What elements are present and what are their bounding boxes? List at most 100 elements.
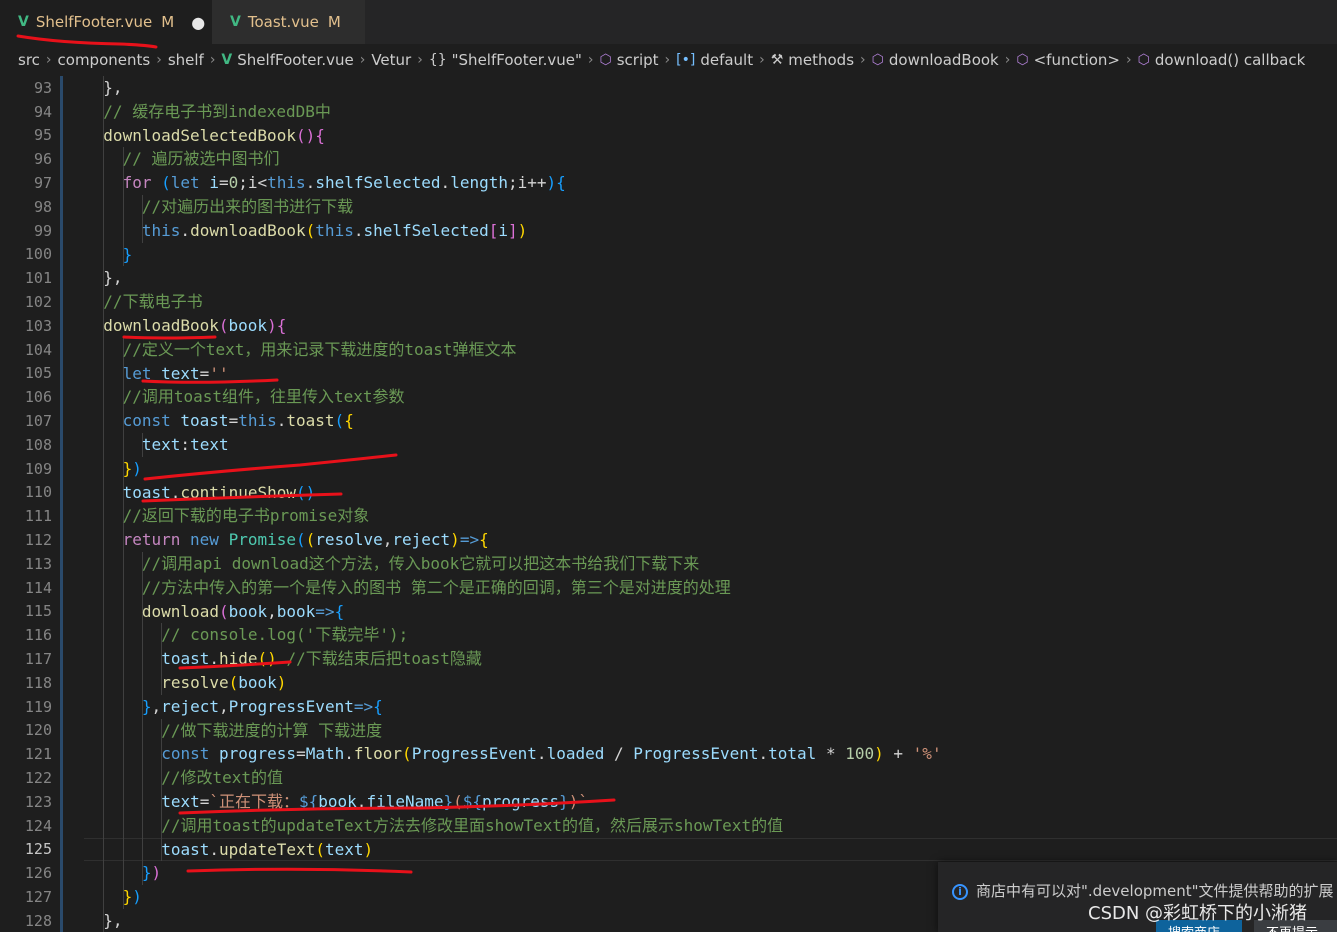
code-line[interactable]: 98 //对遍历出来的图书进行下载 [0,194,1337,219]
code-token: ) [132,458,142,478]
code-line[interactable]: 107 const toast=this.toast({ [0,409,1337,433]
line-number[interactable]: 107 [0,412,52,430]
code-line[interactable]: 97 for (let i=0;i<this.shelfSelected.leng… [0,171,1337,195]
line-number[interactable]: 127 [0,888,52,906]
line-number[interactable]: 106 [0,388,52,406]
line-number[interactable]: 124 [0,817,52,835]
line-number[interactable]: 112 [0,531,52,549]
breadcrumb-item-src[interactable]: src [18,51,40,69]
code-token: ( [218,315,229,335]
breadcrumb-item-downloadbook[interactable]: ⬡ downloadBook [872,51,999,69]
code-line[interactable]: 121 const progress=Math.floor(ProgressEve… [0,742,1337,767]
code-line[interactable]: 105 let text='' [0,361,1337,386]
code-line[interactable]: 106 //调用toast组件，往里传入text参数 [0,385,1337,410]
code-line[interactable]: 109}) [0,456,1337,481]
code-line[interactable]: 102 //下载电子书 [0,290,1337,314]
line-number[interactable]: 97 [0,174,52,192]
code-line[interactable]: 110 toast.continueShow() [0,480,1337,505]
code-line[interactable]: 120 //做下载进度的计算 下载进度 [0,718,1337,743]
line-number[interactable]: 99 [0,222,52,240]
code-line[interactable]: 119},reject,ProgressEvent=>{ [0,694,1337,719]
code-line[interactable]: 104 //定义一个text，用来记录下载进度的toast弹框文本 [0,337,1337,362]
breadcrumb-item-vetur[interactable]: Vetur [371,51,411,69]
code-token: () [295,125,316,145]
code-line[interactable]: 114 //方法中传入的第一个是传入的图书 第二个是正确的回调，第三个是对进度的处… [0,575,1337,600]
line-number[interactable]: 111 [0,507,52,525]
line-number[interactable]: 102 [0,293,52,311]
breadcrumb-item-shelf[interactable]: shelf [168,51,204,69]
code-line[interactable]: 124 //调用toast的updateText方法去修改里面showText的值… [0,813,1337,838]
code-token: ) [267,315,277,335]
code-token: . [344,744,354,764]
chevron-right-icon: › [156,52,162,68]
code-token: toast [161,839,210,859]
code-line[interactable]: 100} [0,242,1337,267]
cube-icon: ⬡ [599,52,612,68]
breadcrumb-item-methods[interactable]: ⚒ methods [771,51,854,69]
code-line[interactable]: 99 this.downloadBook(this.shelfSelected[i… [0,218,1337,243]
line-number[interactable]: 125 [0,840,52,858]
breadcrumb-item-components[interactable]: components [58,51,151,69]
line-number[interactable]: 128 [0,912,52,930]
line-number[interactable]: 105 [0,364,52,382]
breadcrumb-item-document[interactable]: {} "ShelfFooter.vue" [429,51,582,69]
line-number[interactable]: 115 [0,602,52,620]
code-line[interactable]: 112 return new Promise((resolve,reject)=>… [0,528,1337,552]
line-number[interactable]: 103 [0,317,52,335]
code-line[interactable]: 122 //修改text的值 [0,766,1337,790]
code-line[interactable]: 125 toast.updateText(text) [0,837,1337,862]
indent-guide [103,218,105,243]
code-line[interactable]: 113 //调用api download这个方法，传入book它就可以把这本书给我… [0,551,1337,576]
code-line[interactable]: 96 // 遍历被选中图书们 [0,147,1337,172]
code-line[interactable]: 111 //返回下载的电子书promise对象 [0,504,1337,529]
line-number[interactable]: 126 [0,864,52,882]
line-number[interactable]: 121 [0,745,52,763]
code-line[interactable]: 115 download(book,book=>{ [0,599,1337,624]
code-line[interactable]: 94 // 缓存电子书到indexedDB中 [0,99,1337,124]
line-number[interactable]: 119 [0,698,52,716]
code-line[interactable]: 93}, [0,76,1337,100]
code-line[interactable]: 118 resolve(book) [0,670,1337,695]
code-editor[interactable]: 93}, 94 // 缓存电子书到indexedDB中 95 downloadSelec… [0,76,1337,932]
breadcrumb-item-callback[interactable]: ⬡ download() callback [1138,51,1306,69]
line-number[interactable]: 109 [0,460,52,478]
tab-toast[interactable]: V Toast.vue M [212,0,366,44]
line-number[interactable]: 94 [0,103,52,121]
line-number[interactable]: 118 [0,674,52,692]
code-line[interactable]: 116 // console.log('下载完毕'); [0,623,1337,648]
line-number[interactable]: 116 [0,626,52,644]
breadcrumb-item-script[interactable]: ⬡ script [599,51,658,69]
line-number[interactable]: 104 [0,341,52,359]
indent-guide [103,599,105,624]
code-token: , [382,530,393,550]
indent-guide [103,528,105,552]
line-number[interactable]: 96 [0,150,52,168]
breadcrumb-item-file[interactable]: V ShelfFooter.vue [221,51,353,69]
line-number[interactable]: 114 [0,579,52,597]
line-number[interactable]: 98 [0,198,52,216]
code-line[interactable]: 103 downloadBook(book){ [0,313,1337,338]
code-line[interactable]: 108 text:text [0,432,1337,457]
code-token: Promise [228,530,297,550]
code-line[interactable]: 123 text=`正在下载：${book.fileName}(${progres… [0,789,1337,814]
code-token: . [536,744,547,764]
breadcrumb-item-function[interactable]: ⬡ <function> [1016,51,1120,69]
breadcrumb-item-default[interactable]: [•] default [676,51,753,69]
line-number[interactable]: 120 [0,721,52,739]
line-number[interactable]: 101 [0,269,52,287]
line-number[interactable]: 95 [0,126,52,144]
line-number[interactable]: 122 [0,769,52,787]
line-number[interactable]: 117 [0,650,52,668]
code-line[interactable]: 101}, [0,266,1337,291]
line-number[interactable]: 113 [0,555,52,573]
line-number[interactable]: 100 [0,245,52,263]
unsaved-dot-icon[interactable]: ● [191,13,205,32]
tab-shelffooter[interactable]: V ShelfFooter.vue M ● [0,0,212,44]
code-text: }, [103,909,122,932]
code-line[interactable]: 95 downloadSelectedBook(){ [0,123,1337,148]
line-number[interactable]: 93 [0,79,52,97]
line-number[interactable]: 108 [0,436,52,454]
code-line[interactable]: 117 toast.hide() //下载结束后把toast隐藏 [0,647,1337,671]
line-number[interactable]: 123 [0,793,52,811]
line-number[interactable]: 110 [0,483,52,501]
